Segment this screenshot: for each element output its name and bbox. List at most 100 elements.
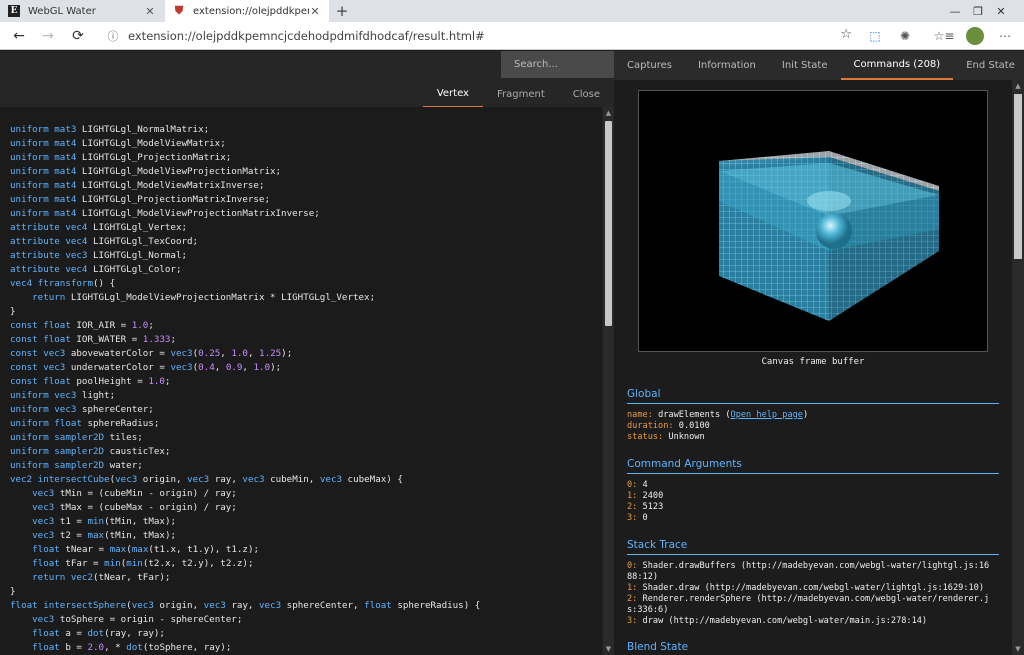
browser-tab-extension[interactable]: ⛊ extension://olejpddkpemncjcdel ✕ [165,0,329,22]
code-text: LIGHTGLgl_ProjectionMatrixInverse; [81,194,270,205]
tab-information[interactable]: Information [685,51,769,80]
code-text: LIGHTGLgl_ModelViewProjectionMatrix; [81,166,282,177]
code-text: causticTex; [109,446,171,457]
code-text: LIGHTGLgl_NormalMatrix; [81,124,210,135]
back-icon[interactable]: ← [8,26,30,46]
code-text: ; [170,334,176,345]
more-icon[interactable]: ⋯ [996,27,1014,45]
code-keyword: uniform vec3 [10,404,82,415]
section-title: Command Arguments [627,458,999,474]
key-label: 0: [627,480,638,490]
shader-code[interactable]: uniform mat3 LIGHTGLgl_NormalMatrix; unif… [0,107,602,655]
code-keyword: vec3 [187,474,215,485]
blend-state-section: Blend State [627,641,999,655]
code-text: (t2.x, t2.y), t2.z); [142,558,254,569]
code-keyword: vec3 [32,516,60,527]
forward-icon[interactable]: → [37,26,59,46]
code-line: uniform sampler2D causticTex; [10,445,602,459]
code-keyword: vec4 ftransform [10,278,93,289]
favorite-star-icon[interactable]: ☆ [840,27,852,42]
browser-tab-bar: E WebGL Water ✕ ⛊ extension://olejpddkpe… [0,0,1024,22]
stack-frame: 2: Renderer.renderSphere (http://madebye… [627,594,999,605]
close-button[interactable]: Close [559,80,614,108]
reload-icon[interactable]: ⟳ [67,26,89,46]
close-window-icon[interactable]: ✕ [978,0,1024,22]
code-number: 0.9 [225,362,243,373]
value: Renderer.renderSphere (http://madebyevan… [642,594,990,604]
code-keyword: float [32,628,66,639]
code-keyword: uniform float [10,418,88,429]
code-text: cubeMax) { [347,474,403,485]
code-line: attribute vec3 LIGHTGLgl_Normal; [10,249,602,263]
close-tab-icon[interactable]: ✕ [144,5,156,18]
code-text: LIGHTGLgl_ModelViewMatrixInverse; [81,180,265,191]
tab-captures[interactable]: Captures [614,51,685,80]
code-keyword: max [131,544,149,555]
scroll-thumb[interactable] [1014,94,1022,259]
code-text: (tMin, tMax); [104,516,177,527]
value: 5123 [642,502,664,512]
scroll-up-icon[interactable]: ▲ [603,107,614,119]
code-keyword: attribute vec4 [10,264,93,275]
code-line: return vec2(tNear, tFar); [10,571,602,585]
code-number: 1.0 [253,362,271,373]
code-text: a = [65,628,88,639]
code-keyword: vec3 [131,600,160,611]
value: Shader.draw (http://madebyevan.com/webgl… [642,583,985,593]
extension-icon[interactable]: ⬚ [866,27,884,45]
global-section: Global name: drawElements (Open help pag… [627,388,999,443]
inspector-scrollbar[interactable]: ▲ ▼ [1012,80,1024,655]
code-text: , [214,362,226,373]
code-keyword: uniform vec3 [10,390,82,401]
scroll-down-icon[interactable]: ▼ [1012,643,1024,655]
paren: ) [802,410,809,420]
avatar[interactable] [966,27,984,45]
tab-init-state[interactable]: Init State [769,51,841,80]
value: 0.0100 [678,421,710,431]
code-keyword: max [87,530,105,541]
code-keyword: vec3 [319,474,348,485]
code-line: vec4 ftransform() { [10,277,602,291]
scroll-down-icon[interactable]: ▼ [603,643,614,655]
key-label: 3: [627,616,638,626]
new-tab-icon[interactable]: + [333,0,351,22]
tab-commands[interactable]: Commands (208) [840,51,954,80]
url-field[interactable]: ⓘ extension://olejpddkpemncjcdehodpdmifd… [98,25,856,47]
extension-icon[interactable]: ✺ [896,27,914,45]
code-line: uniform mat4 LIGHTGLgl_ModelViewMatrixIn… [10,179,602,193]
code-number: 2.0 [87,642,105,653]
code-line: uniform vec3 sphereCenter; [10,403,602,417]
code-scrollbar[interactable]: ▲ ▼ [603,107,614,655]
code-line: } [10,585,602,599]
code-text: (tMin, tMax); [104,530,177,541]
open-help-page-link[interactable]: Open help page [731,410,803,420]
stack-frame-wrap: 88:12) [627,572,659,582]
code-text: ray, [214,474,243,485]
global-name-row: name: drawElements (Open help page) [627,410,999,421]
code-line: uniform sampler2D water; [10,459,602,473]
browser-tab-webgl-water[interactable]: E WebGL Water ✕ [0,0,164,22]
site-info-icon[interactable]: ⓘ [104,27,122,45]
stack-frame: 0: Shader.drawBuffers (http://madebyevan… [627,561,999,572]
tab-end-state[interactable]: End State [953,51,1024,80]
code-line: vec3 t2 = max(tMin, tMax); [10,529,602,543]
code-text: ; [164,376,171,387]
code-line: uniform mat4 LIGHTGLgl_ProjectionMatrixI… [10,193,602,207]
tab-vertex[interactable]: Vertex [422,80,483,108]
code-keyword: float [32,642,66,653]
tab-fragment[interactable]: Fragment [483,80,559,108]
close-tab-icon[interactable]: ✕ [309,5,321,18]
code-keyword: attribute vec4 [10,236,93,247]
scroll-thumb[interactable] [605,121,612,326]
code-text: , [242,362,254,373]
code-text: LIGHTGLgl_Color; [92,264,182,275]
code-keyword: vec3 [170,362,193,373]
code-line: vec3 toSphere = origin - sphereCenter; [10,613,602,627]
scroll-up-icon[interactable]: ▲ [1012,80,1024,92]
favorites-icon[interactable]: ☆≡ [934,27,955,45]
value: 0 [642,513,648,523]
